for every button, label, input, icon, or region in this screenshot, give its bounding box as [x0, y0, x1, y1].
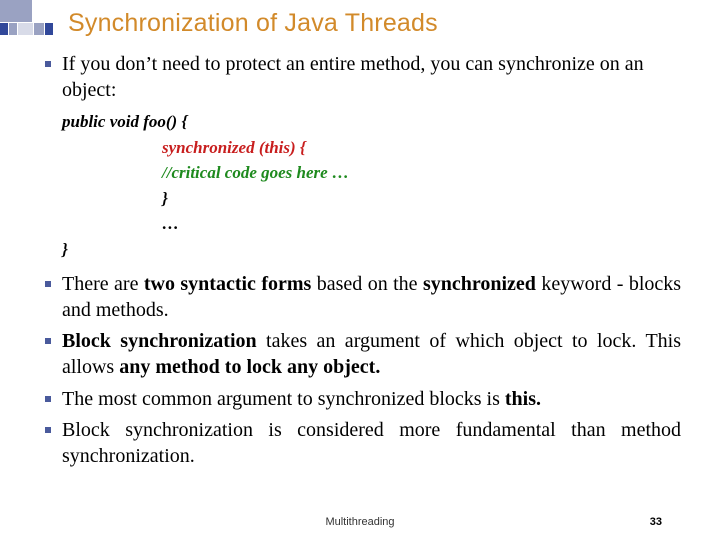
bullet-4-text: The most common argument to synchronized… — [62, 387, 541, 413]
slide-title: Synchronization of Java Threads — [68, 9, 438, 38]
slide-body: If you don’t need to protect an entire m… — [45, 52, 681, 475]
decoration-bar — [0, 0, 32, 22]
decoration-row — [0, 23, 53, 35]
bullet-mark — [45, 427, 51, 433]
bullet-3: Block synchronization takes an argument … — [45, 329, 681, 380]
code-line: } — [62, 237, 681, 263]
code-line: public void foo() { — [62, 109, 681, 135]
code-line: synchronized (this) { — [162, 135, 681, 161]
bullet-2: There are two syntactic forms based on t… — [45, 272, 681, 323]
footer-page: 33 — [650, 516, 662, 528]
footer-topic: Multithreading — [0, 516, 720, 528]
bullet-1: If you don’t need to protect an entire m… — [45, 52, 681, 103]
bullet-3-text: Block synchronization takes an argument … — [62, 329, 681, 380]
code-line: //critical code goes here … — [162, 160, 681, 186]
bullet-1-text: If you don’t need to protect an entire m… — [62, 52, 681, 103]
bullet-mark — [45, 338, 51, 344]
slide: Synchronization of Java Threads If you d… — [0, 0, 720, 540]
bullet-mark — [45, 61, 51, 67]
bullet-mark — [45, 281, 51, 287]
code-line: } — [162, 186, 681, 212]
bullet-2-text: There are two syntactic forms based on t… — [62, 272, 681, 323]
bullet-mark — [45, 396, 51, 402]
code-line: … — [162, 211, 681, 237]
code-block: public void foo() { synchronized (this) … — [62, 109, 681, 262]
bullet-5: Block synchronization is considered more… — [45, 418, 681, 469]
bullet-4: The most common argument to synchronized… — [45, 387, 681, 413]
bullet-5-text: Block synchronization is considered more… — [62, 418, 681, 469]
